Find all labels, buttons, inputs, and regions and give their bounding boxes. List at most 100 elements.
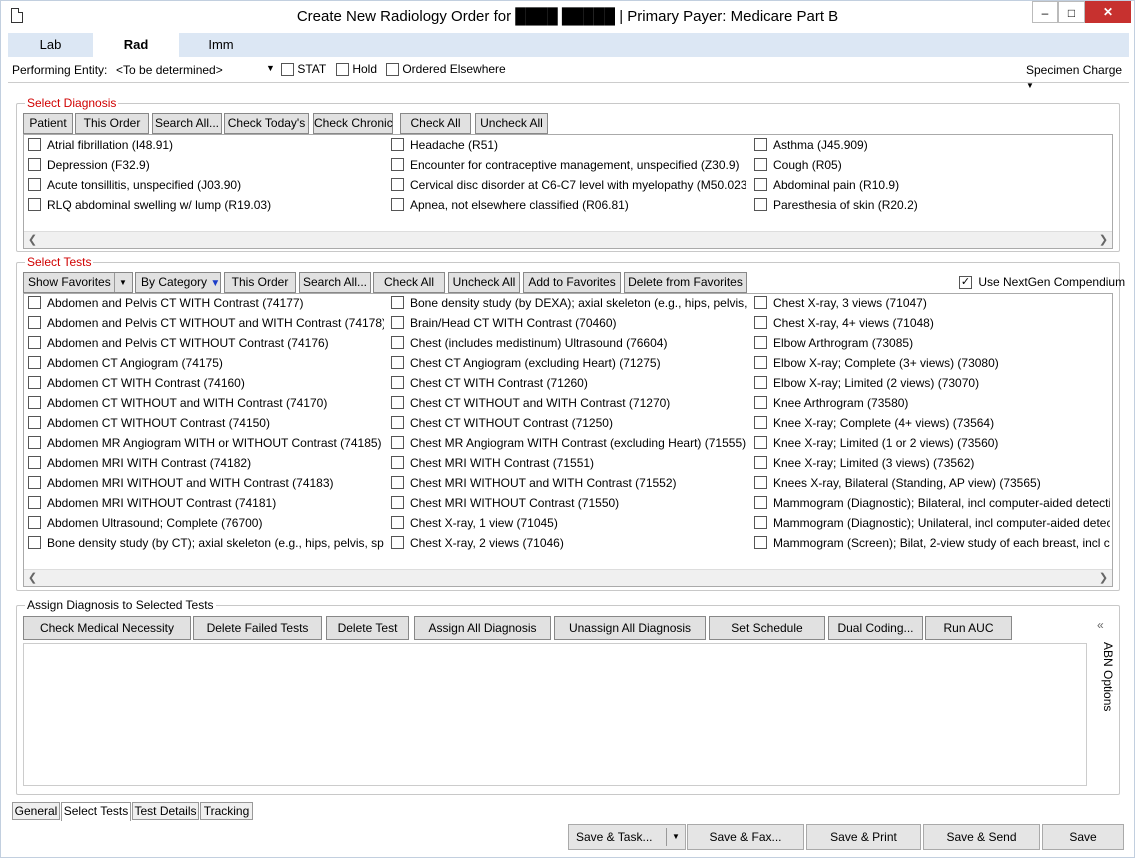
specimen-charge-dropdown[interactable]: Specimen Charge ▼: [1026, 63, 1129, 91]
test-item[interactable]: Abdomen and Pelvis CT WITH Contrast (741…: [28, 295, 384, 315]
test-item[interactable]: Abdomen CT Angiogram (74175): [28, 355, 384, 375]
test-checkbox[interactable]: [391, 356, 404, 370]
diagnosis-checkbox[interactable]: [754, 178, 767, 192]
test-checkbox[interactable]: [391, 316, 404, 330]
test-item[interactable]: Chest MRI WITH Contrast (71551): [391, 455, 747, 475]
test-item[interactable]: Abdomen MRI WITHOUT and WITH Contrast (7…: [28, 475, 384, 495]
test-item[interactable]: Chest CT WITHOUT Contrast (71250): [391, 415, 747, 435]
test-checkbox[interactable]: [754, 376, 767, 390]
test-checkbox[interactable]: [28, 316, 41, 330]
tab-test-details[interactable]: Test Details: [132, 802, 199, 820]
test-checkbox[interactable]: [754, 316, 767, 330]
test-item[interactable]: Abdomen and Pelvis CT WITHOUT and WITH C…: [28, 315, 384, 335]
diagnosis-checkbox[interactable]: [754, 198, 767, 212]
diagnosis-item[interactable]: Depression (F32.9): [28, 157, 383, 177]
diagnosis-item[interactable]: Abdominal pain (R10.9): [754, 177, 1109, 197]
test-item[interactable]: Mammogram (Diagnostic); Bilateral, incl …: [754, 495, 1110, 515]
test-checkbox[interactable]: [391, 336, 404, 350]
by-category-dropdown[interactable]: By Category ▼: [135, 272, 221, 293]
minimize-button[interactable]: –: [1032, 1, 1058, 23]
test-item[interactable]: Elbow X-ray; Complete (3+ views) (73080): [754, 355, 1110, 375]
save-button[interactable]: Save: [1042, 824, 1124, 850]
diagnosis-item[interactable]: Headache (R51): [391, 137, 746, 157]
tests-search-all-button[interactable]: Search All...: [299, 272, 371, 293]
diagnosis-item[interactable]: Acute tonsillitis, unspecified (J03.90): [28, 177, 383, 197]
tab-select-tests[interactable]: Select Tests: [61, 802, 131, 821]
test-item[interactable]: Bone density study (by DEXA); axial skel…: [391, 295, 747, 315]
test-item[interactable]: Chest (includes medistinum) Ultrasound (…: [391, 335, 747, 355]
tab-tracking[interactable]: Tracking: [200, 802, 253, 820]
test-checkbox[interactable]: [754, 436, 767, 450]
set-schedule-button[interactable]: Set Schedule: [709, 616, 825, 640]
test-item[interactable]: Mammogram (Diagnostic); Unilateral, incl…: [754, 515, 1110, 535]
test-checkbox[interactable]: [28, 296, 41, 310]
test-item[interactable]: Knees X-ray, Bilateral (Standing, AP vie…: [754, 475, 1110, 495]
diagnosis-checkbox[interactable]: [28, 178, 41, 192]
diagnosis-item[interactable]: Encounter for contraceptive management, …: [391, 157, 746, 177]
close-button[interactable]: ✕: [1085, 1, 1131, 23]
test-item[interactable]: Chest MRI WITHOUT and WITH Contrast (715…: [391, 475, 747, 495]
this-order-button[interactable]: This Order: [75, 113, 149, 134]
tests-this-order-button[interactable]: This Order: [224, 272, 296, 293]
test-item[interactable]: Chest CT WITH Contrast (71260): [391, 375, 747, 395]
abn-options-tab[interactable]: ABN Options: [1095, 642, 1115, 712]
use-nextgen-checkbox[interactable]: ✓ Use NextGen Compendium: [959, 275, 1125, 290]
diagnosis-item[interactable]: Atrial fibrillation (I48.91): [28, 137, 383, 157]
check-chronic-button[interactable]: Check Chronic: [313, 113, 393, 134]
test-item[interactable]: Chest X-ray, 2 views (71046): [391, 535, 747, 555]
diagnosis-checkbox[interactable]: [391, 158, 404, 172]
test-checkbox[interactable]: [754, 536, 767, 550]
test-item[interactable]: Chest X-ray, 4+ views (71048): [754, 315, 1110, 335]
test-checkbox[interactable]: [754, 456, 767, 470]
test-item[interactable]: Chest X-ray, 1 view (71045): [391, 515, 747, 535]
diagnosis-item[interactable]: Paresthesia of skin (R20.2): [754, 197, 1109, 217]
tests-hscrollbar[interactable]: ❮ ❯: [24, 569, 1112, 586]
scroll-left-icon[interactable]: ❮: [24, 570, 41, 586]
test-item[interactable]: Abdomen CT WITHOUT and WITH Contrast (74…: [28, 395, 384, 415]
test-item[interactable]: Mammogram (Screen); Bilat, 2-view study …: [754, 535, 1110, 555]
search-all-button[interactable]: Search All...: [152, 113, 222, 134]
check-medical-necessity-button[interactable]: Check Medical Necessity: [23, 616, 191, 640]
test-item[interactable]: Elbow X-ray; Limited (2 views) (73070): [754, 375, 1110, 395]
test-checkbox[interactable]: [391, 396, 404, 410]
test-checkbox[interactable]: [391, 456, 404, 470]
diagnosis-item[interactable]: Cervical disc disorder at C6-C7 level wi…: [391, 177, 746, 197]
diagnosis-checkbox[interactable]: [28, 138, 41, 152]
test-item[interactable]: Abdomen CT WITH Contrast (74160): [28, 375, 384, 395]
diagnosis-checkbox[interactable]: [391, 198, 404, 212]
diagnosis-hscrollbar[interactable]: ❮ ❯: [24, 231, 1112, 248]
test-item[interactable]: Chest X-ray, 3 views (71047): [754, 295, 1110, 315]
test-item[interactable]: Abdomen CT WITHOUT Contrast (74150): [28, 415, 384, 435]
test-item[interactable]: Knee X-ray; Limited (3 views) (73562): [754, 455, 1110, 475]
test-item[interactable]: Elbow Arthrogram (73085): [754, 335, 1110, 355]
diagnosis-item[interactable]: RLQ abdominal swelling w/ lump (R19.03): [28, 197, 383, 217]
test-item[interactable]: Chest CT WITHOUT and WITH Contrast (7127…: [391, 395, 747, 415]
hold-checkbox[interactable]: Hold: [336, 62, 377, 77]
maximize-button[interactable]: □: [1058, 1, 1085, 23]
test-item[interactable]: Chest MRI WITHOUT Contrast (71550): [391, 495, 747, 515]
show-favorites-dropdown[interactable]: Show Favorites ▼: [23, 272, 133, 293]
check-todays-button[interactable]: Check Today's: [224, 113, 309, 134]
collapse-icon[interactable]: «: [1097, 618, 1104, 632]
test-checkbox[interactable]: [391, 516, 404, 530]
ordered-elsewhere-checkbox[interactable]: Ordered Elsewhere: [386, 62, 506, 77]
test-checkbox[interactable]: [28, 356, 41, 370]
scroll-left-icon[interactable]: ❮: [24, 232, 41, 248]
test-item[interactable]: Abdomen MRI WITH Contrast (74182): [28, 455, 384, 475]
test-item[interactable]: Abdomen MRI WITHOUT Contrast (74181): [28, 495, 384, 515]
test-checkbox[interactable]: [754, 516, 767, 530]
test-checkbox[interactable]: [391, 376, 404, 390]
diagnosis-checkbox[interactable]: [391, 178, 404, 192]
test-item[interactable]: Brain/Head CT WITH Contrast (70460): [391, 315, 747, 335]
test-checkbox[interactable]: [754, 336, 767, 350]
patient-button[interactable]: Patient: [23, 113, 73, 134]
test-checkbox[interactable]: [28, 456, 41, 470]
tests-check-all-button[interactable]: Check All: [373, 272, 445, 293]
test-item[interactable]: Abdomen and Pelvis CT WITHOUT Contrast (…: [28, 335, 384, 355]
test-item[interactable]: Bone density study (by CT); axial skelet…: [28, 535, 384, 555]
stat-checkbox[interactable]: STAT: [281, 62, 326, 77]
unassign-all-diagnosis-button[interactable]: Unassign All Diagnosis: [554, 616, 706, 640]
test-checkbox[interactable]: [28, 416, 41, 430]
test-item[interactable]: Abdomen MR Angiogram WITH or WITHOUT Con…: [28, 435, 384, 455]
test-checkbox[interactable]: [754, 416, 767, 430]
